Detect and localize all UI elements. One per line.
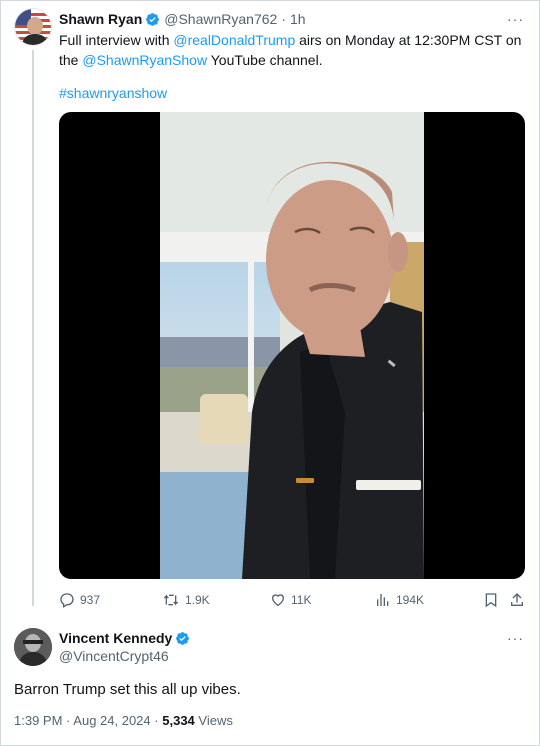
tweet-actions: 937 1.9K 11K 194K [59,590,529,610]
like-icon [271,594,285,607]
post-time[interactable]: 1:39 PM [14,713,62,728]
verified-badge-icon [176,631,190,645]
author-handle[interactable]: @VincentCrypt46 [59,648,169,664]
separator: · [66,713,71,728]
share-icon [511,593,523,606]
share-button[interactable] [509,590,530,610]
avatar[interactable] [14,628,52,666]
author-name[interactable]: Shawn Ryan [59,11,142,27]
author-name[interactable]: Vincent Kennedy [59,630,172,646]
reply-button[interactable]: 937 [59,590,100,610]
video-player[interactable] [59,112,525,579]
post-date[interactable]: Aug 24, 2024 [73,713,150,728]
reply-count: 937 [80,593,101,607]
repost-button[interactable]: 1.9K [162,590,210,610]
reply-header: Vincent Kennedy [59,630,194,646]
author-handle[interactable]: @ShawnRyan762 [164,11,277,27]
views-count: 194K [396,593,425,607]
more-icon[interactable]: ··· [507,631,524,645]
hashtag-link[interactable]: #shawnryanshow [59,83,167,103]
tweet-time[interactable]: 1h [290,11,306,27]
video-frame [160,112,424,579]
verified-badge-icon [146,12,160,26]
thread-line [32,50,34,606]
mention-link[interactable]: @ShawnRyanShow [82,52,207,68]
tweet-text-part: Full interview with [59,32,174,48]
avatar[interactable] [14,8,52,46]
reply-text: Barron Trump set this all up vibes. [14,681,241,698]
tweet-text-part: YouTube channel. [207,52,323,68]
avatar-image [14,628,52,666]
views-icon [377,594,389,606]
like-count: 11K [291,593,312,607]
repost-icon [163,594,179,606]
bookmark-icon [485,593,497,608]
repost-count: 1.9K [185,593,210,607]
tweet-text: Full interview with @realDonaldTrump air… [59,30,524,70]
tweet-meta: 1:39 PM · Aug 24, 2024 · 5,334 Views [14,713,233,729]
view-count: 5,334 [162,713,195,728]
separator: · [281,11,286,27]
separator: · [154,713,159,728]
views-button[interactable]: 194K [375,590,424,610]
tweet-header: Shawn Ryan @ShawnRyan762 · 1h [59,11,306,27]
reply-icon [60,593,74,608]
mention-link[interactable]: @realDonaldTrump [173,32,295,48]
views-label: Views [198,713,233,728]
bookmark-button[interactable] [483,590,504,610]
like-button[interactable]: 11K [270,590,311,610]
more-icon[interactable]: ··· [507,12,524,26]
